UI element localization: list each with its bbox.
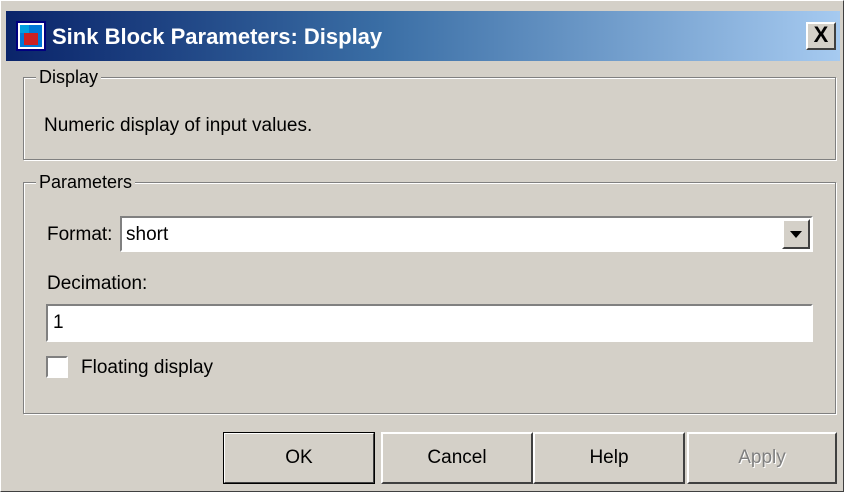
block-description: Numeric display of input values. <box>44 115 313 136</box>
simulink-block-icon <box>16 21 46 51</box>
floating-display-label: Floating display <box>81 357 214 378</box>
apply-button[interactable]: Apply <box>687 432 837 484</box>
cancel-button[interactable]: Cancel <box>381 432 533 484</box>
format-dropdown-button[interactable] <box>782 219 810 249</box>
floating-display-checkbox[interactable] <box>46 356 68 378</box>
chevron-down-icon <box>790 231 802 238</box>
format-select[interactable]: short <box>120 216 813 252</box>
dialog-window: Sink Block Parameters: Display X Display… <box>0 0 844 492</box>
format-label: Format: <box>47 224 113 245</box>
title-bar[interactable]: Sink Block Parameters: Display X <box>6 11 840 61</box>
window-title: Sink Block Parameters: Display <box>52 24 383 49</box>
display-group-legend: Display <box>36 66 102 88</box>
format-select-value: short <box>126 224 169 245</box>
parameters-group-legend: Parameters <box>36 171 136 193</box>
help-button[interactable]: Help <box>533 432 685 484</box>
close-icon: X <box>813 22 829 47</box>
decimation-input[interactable] <box>46 304 813 342</box>
display-group: Display Numeric display of input values. <box>23 66 836 160</box>
ok-button[interactable]: OK <box>223 432 375 484</box>
decimation-label: Decimation: <box>47 273 148 294</box>
close-button[interactable]: X <box>806 22 836 50</box>
